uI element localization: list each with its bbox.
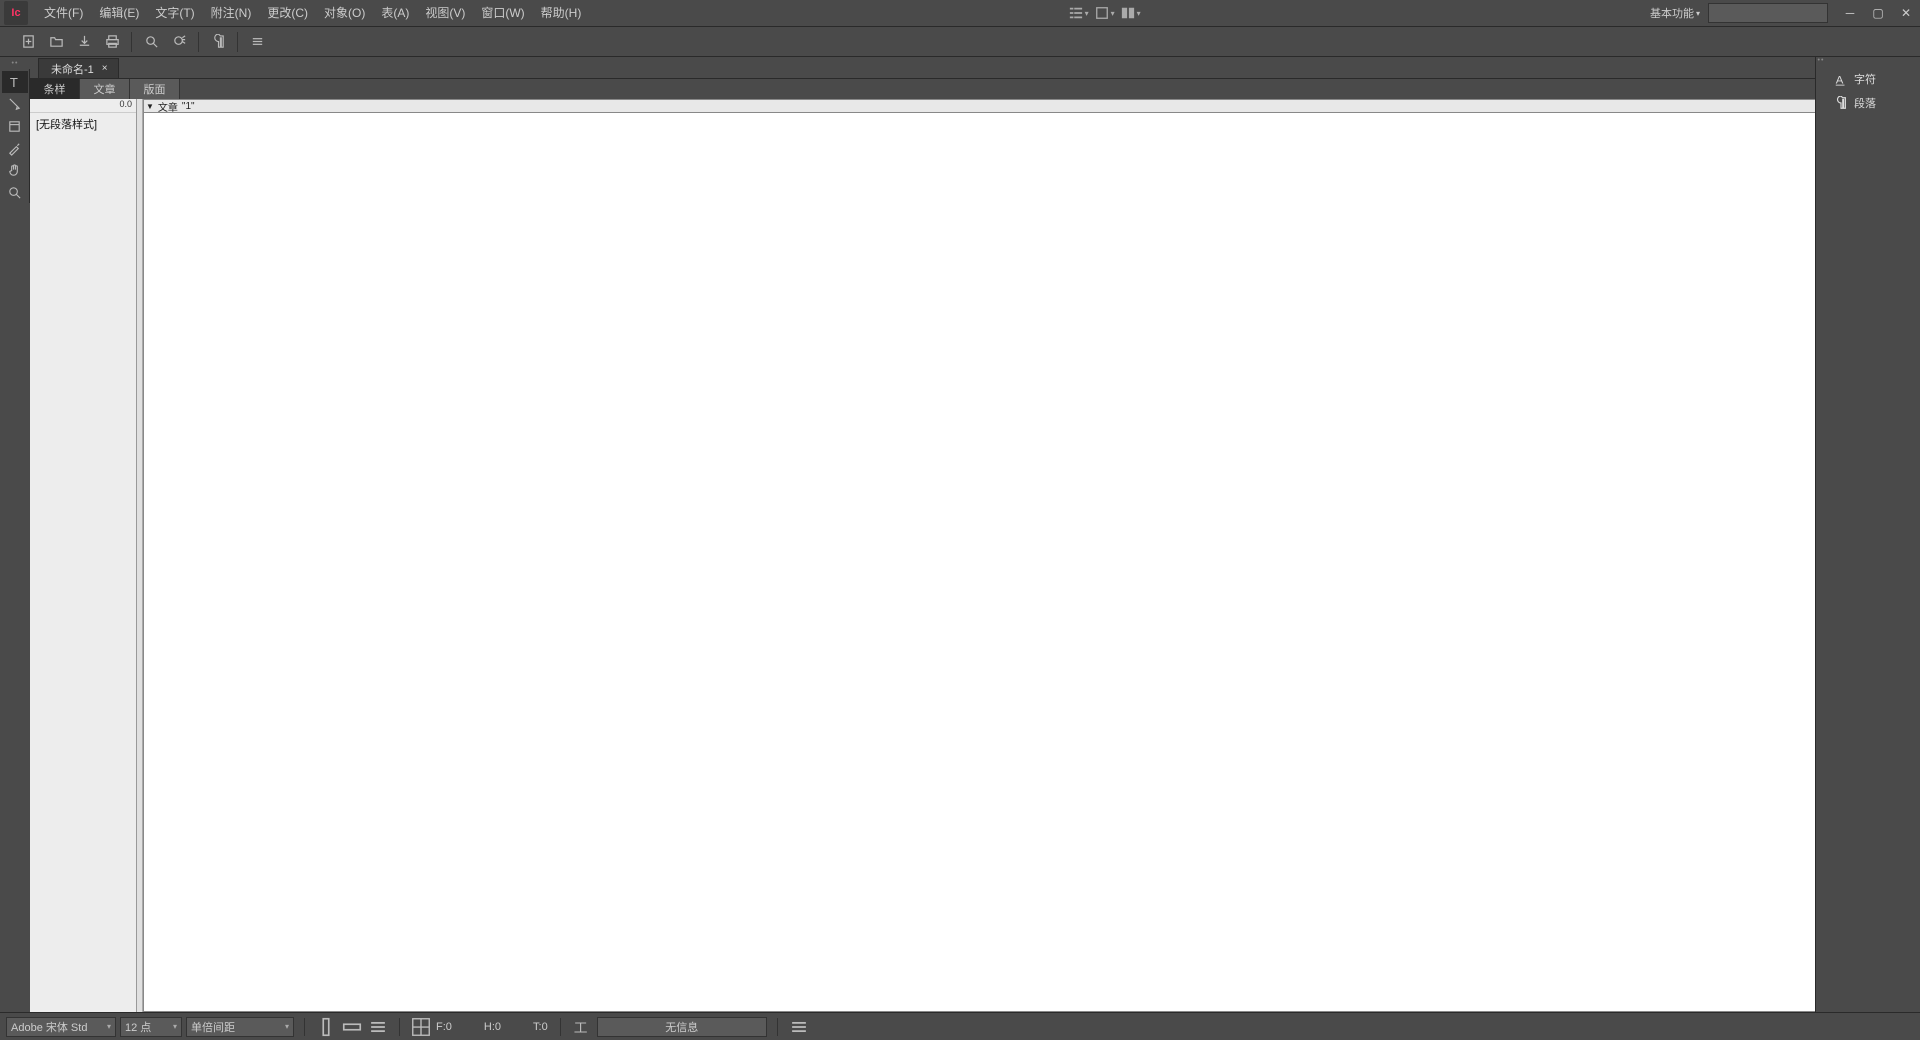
status-bar: Adobe 宋体 Std▾ 12 点▾ 单倍间距▾ F:0 H:0 T:0 工 …	[0, 1012, 1920, 1040]
tracking-icon[interactable]: 工	[571, 1016, 593, 1038]
screen-mode-icon[interactable]: ▾	[1093, 1, 1117, 25]
styles-ruler-value: 0.0	[30, 99, 136, 113]
menu-notes[interactable]: 附注(N)	[203, 0, 260, 27]
view-options-icon[interactable]: ▾	[1067, 1, 1091, 25]
menu-more-icon[interactable]	[244, 29, 270, 55]
leading-selector[interactable]: 单倍间距▾	[186, 1017, 294, 1037]
toolbar-handle[interactable]: ••	[0, 57, 30, 69]
document-area: 未命名-1 × 条样 文章 版面 0.0 [无段落样式] ▼ 文章 "1"	[30, 57, 1920, 1012]
right-panel-handle[interactable]: ••	[1816, 57, 1826, 1012]
paragraph-panel-icon	[1834, 96, 1848, 110]
tab-story[interactable]: 文章	[80, 79, 130, 99]
main-area: •• T 未命名-1 × 条样 文章 版面 0.0 [无段落样式]	[0, 57, 1920, 1012]
view-mode-tabs: 条样 文章 版面	[30, 79, 1920, 99]
document-tab[interactable]: 未命名-1 ×	[38, 58, 119, 78]
style-item-no-paragraph[interactable]: [无段落样式]	[30, 113, 136, 135]
app-logo: Ic	[4, 1, 28, 25]
left-toolbar: T	[0, 69, 30, 203]
document-tab-title: 未命名-1	[51, 61, 94, 77]
info-field: 无信息	[597, 1017, 767, 1037]
panel-paragraph-label: 段落	[1854, 95, 1876, 111]
close-button[interactable]: ✕	[1892, 0, 1920, 27]
h-value: H:0	[484, 1021, 501, 1033]
print-icon[interactable]	[99, 29, 125, 55]
maximize-button[interactable]: ▢	[1864, 0, 1892, 27]
menu-window[interactable]: 窗口(W)	[473, 0, 532, 27]
horizontal-text-icon[interactable]	[341, 1016, 363, 1038]
tab-galley[interactable]: 条样	[30, 79, 80, 99]
find-icon[interactable]	[138, 29, 164, 55]
spellcheck-icon[interactable]	[166, 29, 192, 55]
story-header[interactable]: ▼ 文章 "1"	[143, 99, 1920, 113]
hand-tool-icon[interactable]	[2, 159, 28, 181]
font-size-selector[interactable]: 12 点▾	[120, 1017, 182, 1037]
eyedropper-tool-icon[interactable]	[2, 137, 28, 159]
svg-text:T: T	[10, 75, 18, 90]
styles-panel: 0.0 [无段落样式]	[30, 99, 137, 1012]
workspace-label: 基本功能	[1650, 5, 1694, 21]
open-file-icon[interactable]	[43, 29, 69, 55]
story-label: 文章	[158, 99, 178, 114]
svg-text:A: A	[1836, 74, 1844, 86]
menu-type[interactable]: 文字(T)	[147, 0, 202, 27]
menu-object[interactable]: 对象(O)	[316, 0, 373, 27]
menu-file[interactable]: 文件(F)	[36, 0, 91, 27]
menu-changes[interactable]: 更改(C)	[259, 0, 316, 27]
t-value: T:0	[533, 1021, 548, 1033]
menu-edit[interactable]: 编辑(E)	[91, 0, 147, 27]
svg-text:工: 工	[573, 1020, 587, 1035]
paragraph-icon[interactable]	[205, 29, 231, 55]
leading-value: 单倍间距	[191, 1019, 235, 1035]
tab-close-icon[interactable]: ×	[102, 63, 108, 74]
minimize-button[interactable]: ─	[1836, 0, 1864, 27]
right-panel: •• A 字符 段落	[1815, 57, 1920, 1012]
document-tabs: 未命名-1 ×	[30, 57, 1920, 79]
menu-table[interactable]: 表(A)	[373, 0, 417, 27]
font-size: 12 点	[125, 1019, 151, 1035]
story-collapse-icon[interactable]: ▼	[146, 102, 154, 111]
workspace-selector[interactable]: 基本功能▾	[1650, 5, 1700, 21]
menu-help[interactable]: 帮助(H)	[533, 0, 590, 27]
arrange-icon[interactable]: ▾	[1119, 1, 1143, 25]
position-tool-icon[interactable]	[2, 115, 28, 137]
text-canvas[interactable]	[143, 113, 1920, 1012]
character-icon: A	[1834, 72, 1848, 86]
font-name: Adobe 宋体 Std	[11, 1019, 87, 1035]
vertical-text-icon[interactable]	[315, 1016, 337, 1038]
note-tool-icon[interactable]	[2, 93, 28, 115]
search-input[interactable]	[1708, 3, 1828, 23]
save-file-icon[interactable]	[71, 29, 97, 55]
grid-icon[interactable]	[410, 1016, 432, 1038]
panel-paragraph[interactable]: 段落	[1826, 91, 1920, 115]
panel-character-label: 字符	[1854, 71, 1876, 87]
story-id: "1"	[182, 101, 195, 112]
menu-bar: Ic 文件(F) 编辑(E) 文字(T) 附注(N) 更改(C) 对象(O) 表…	[0, 0, 1920, 27]
f-value: F:0	[436, 1021, 452, 1033]
status-more-icon[interactable]	[788, 1016, 810, 1038]
font-selector[interactable]: Adobe 宋体 Std▾	[6, 1017, 116, 1037]
toolbar	[0, 27, 1920, 57]
align-icon[interactable]	[367, 1016, 389, 1038]
panel-character[interactable]: A 字符	[1826, 67, 1920, 91]
new-file-icon[interactable]	[15, 29, 41, 55]
tab-layout[interactable]: 版面	[130, 79, 180, 99]
type-tool-icon[interactable]: T	[2, 71, 28, 93]
zoom-tool-icon[interactable]	[2, 181, 28, 203]
menu-view[interactable]: 视图(V)	[417, 0, 473, 27]
info-text: 无信息	[665, 1019, 698, 1035]
